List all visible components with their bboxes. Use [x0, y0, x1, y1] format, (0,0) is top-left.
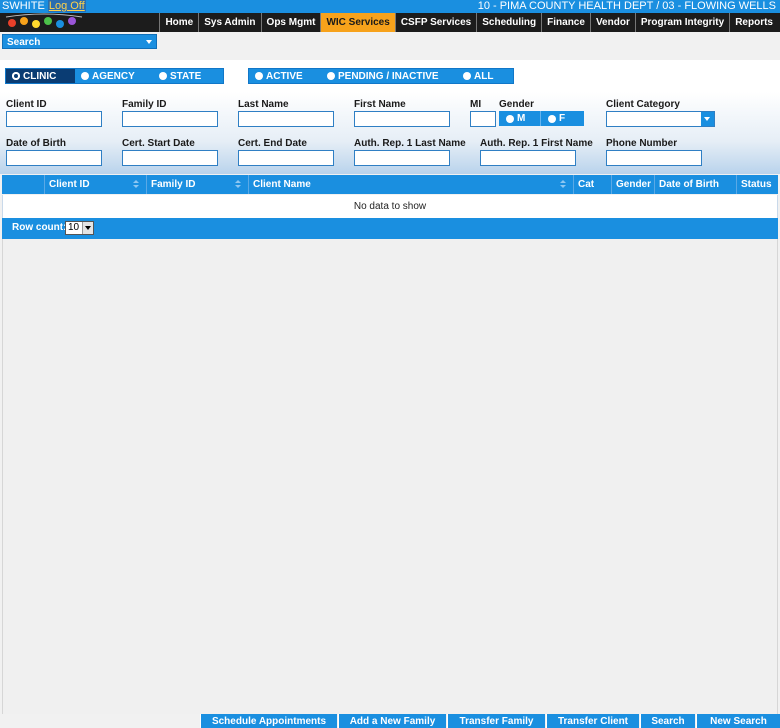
nav-item-ops-mgmt[interactable]: Ops Mgmt [260, 13, 321, 32]
phone-input[interactable] [606, 150, 702, 166]
nav-item-vendor[interactable]: Vendor [589, 13, 635, 32]
gender-toggle: M F [499, 111, 584, 126]
family-id-label: Family ID [122, 99, 167, 110]
last-name-label: Last Name [238, 99, 289, 110]
nav-menu: Home Sys Admin Ops Mgmt WIC Services CSFP Se… [159, 13, 778, 32]
first-name-input[interactable] [354, 111, 450, 127]
phone-label: Phone Number [606, 138, 678, 149]
scope-option-state[interactable]: STATE [153, 69, 223, 83]
auth-rep-first-label: Auth. Rep. 1 First Name [480, 138, 593, 149]
sort-icon [560, 180, 566, 189]
agency-clinic-label: 10 - PIMA COUNTY HEALTH DEPT / 03 - FLOW… [477, 0, 776, 12]
mi-input[interactable] [470, 111, 496, 127]
sort-icon [133, 180, 139, 189]
grid-spacer-column [2, 175, 45, 194]
nav-item-finance[interactable]: Finance [541, 13, 590, 32]
transfer-client-button[interactable]: Transfer Client [546, 714, 639, 728]
status-toggle: ACTIVE PENDING / INACTIVE ALL [248, 68, 514, 84]
client-category-select[interactable] [606, 111, 715, 127]
new-search-button[interactable]: New Search [696, 714, 780, 728]
search-dropdown-label: Search [7, 37, 41, 48]
client-id-input[interactable] [6, 111, 102, 127]
radio-icon [506, 114, 514, 123]
schedule-appointments-button[interactable]: Schedule Appointments [200, 714, 337, 728]
gender-label: Gender [499, 99, 535, 110]
chevron-down-icon[interactable] [701, 112, 714, 126]
auth-rep-last-input[interactable] [354, 150, 450, 166]
nav-item-program-integrity[interactable]: Program Integrity [634, 13, 729, 32]
gender-option-m[interactable]: M [499, 111, 541, 126]
cert-start-label: Cert. Start Date [122, 138, 195, 149]
radio-icon [327, 72, 335, 80]
top-status-bar: SWHITE Log Off 10 - PIMA COUNTY HEALTH D… [0, 0, 780, 13]
mi-label: MI [470, 99, 482, 110]
client-id-label: Client ID [6, 99, 47, 110]
scope-option-clinic[interactable]: CLINIC [6, 69, 75, 83]
radio-icon [159, 72, 167, 80]
logoff-link[interactable]: Log Off [47, 0, 86, 12]
action-button-bar: Schedule Appointments Add a New Family T… [0, 714, 780, 728]
dob-input[interactable] [6, 150, 102, 166]
radio-icon [463, 72, 471, 80]
empty-content-area [2, 239, 778, 714]
grid-pager: Row count: 10 [2, 218, 778, 239]
results-grid-header: Client ID Family ID Client Name Cat Gend… [2, 175, 778, 194]
transfer-family-button[interactable]: Transfer Family [447, 714, 545, 728]
auth-rep-first-input[interactable] [480, 150, 576, 166]
scope-toggle: CLINIC AGENCY STATE [5, 68, 224, 84]
client-category-label: Client Category [606, 99, 680, 110]
column-status[interactable]: Status [737, 175, 778, 194]
family-id-input[interactable] [122, 111, 218, 127]
auth-rep-last-label: Auth. Rep. 1 Last Name [354, 138, 466, 149]
cert-end-label: Cert. End Date [238, 138, 307, 149]
row-count-label: Row count: [12, 222, 67, 233]
nav-item-reports[interactable]: Reports [729, 13, 778, 32]
row-count-select[interactable]: 10 [65, 221, 94, 235]
main-navigation-bar: Home Sys Admin Ops Mgmt WIC Services CSFP Se… [0, 13, 780, 32]
nav-item-home[interactable]: Home [159, 13, 198, 32]
status-option-pending-inactive[interactable]: PENDING / INACTIVE [321, 69, 457, 83]
add-new-family-button[interactable]: Add a New Family [338, 714, 446, 728]
cert-start-input[interactable] [122, 150, 218, 166]
chevron-down-icon [82, 222, 93, 234]
nav-item-wic-services[interactable]: WIC Services [320, 13, 395, 32]
radio-selected-icon [12, 72, 20, 80]
radio-icon [548, 114, 556, 123]
status-option-all[interactable]: ALL [457, 69, 513, 83]
radio-icon [81, 72, 89, 80]
chevron-down-icon [146, 40, 152, 44]
column-client-id[interactable]: Client ID [45, 175, 147, 194]
column-cat[interactable]: Cat [574, 175, 612, 194]
search-button[interactable]: Search [640, 714, 695, 728]
sort-icon [235, 180, 241, 189]
app-logo [5, 13, 83, 28]
username: SWHITE [2, 0, 45, 12]
status-option-active[interactable]: ACTIVE [249, 69, 321, 83]
column-client-name[interactable]: Client Name [249, 175, 574, 194]
last-name-input[interactable] [238, 111, 334, 127]
user-info: SWHITE Log Off [2, 0, 86, 13]
gender-option-f[interactable]: F [541, 111, 583, 126]
nav-item-csfp-services[interactable]: CSFP Services [394, 13, 476, 32]
radio-icon [255, 72, 263, 80]
nav-item-scheduling[interactable]: Scheduling [476, 13, 541, 32]
first-name-label: First Name [354, 99, 406, 110]
filter-toggle-bar: CLINIC AGENCY STATE ACTIVE PENDING / INA… [0, 60, 780, 92]
cert-end-input[interactable] [238, 150, 334, 166]
nav-item-sys-admin[interactable]: Sys Admin [198, 13, 260, 32]
column-family-id[interactable]: Family ID [147, 175, 249, 194]
column-date-of-birth[interactable]: Date of Birth [655, 175, 737, 194]
column-gender[interactable]: Gender [612, 175, 655, 194]
scope-option-agency[interactable]: AGENCY [75, 69, 153, 83]
dob-label: Date of Birth [6, 138, 66, 149]
search-type-dropdown[interactable]: Search [2, 34, 157, 49]
grid-empty-message: No data to show [2, 195, 778, 218]
